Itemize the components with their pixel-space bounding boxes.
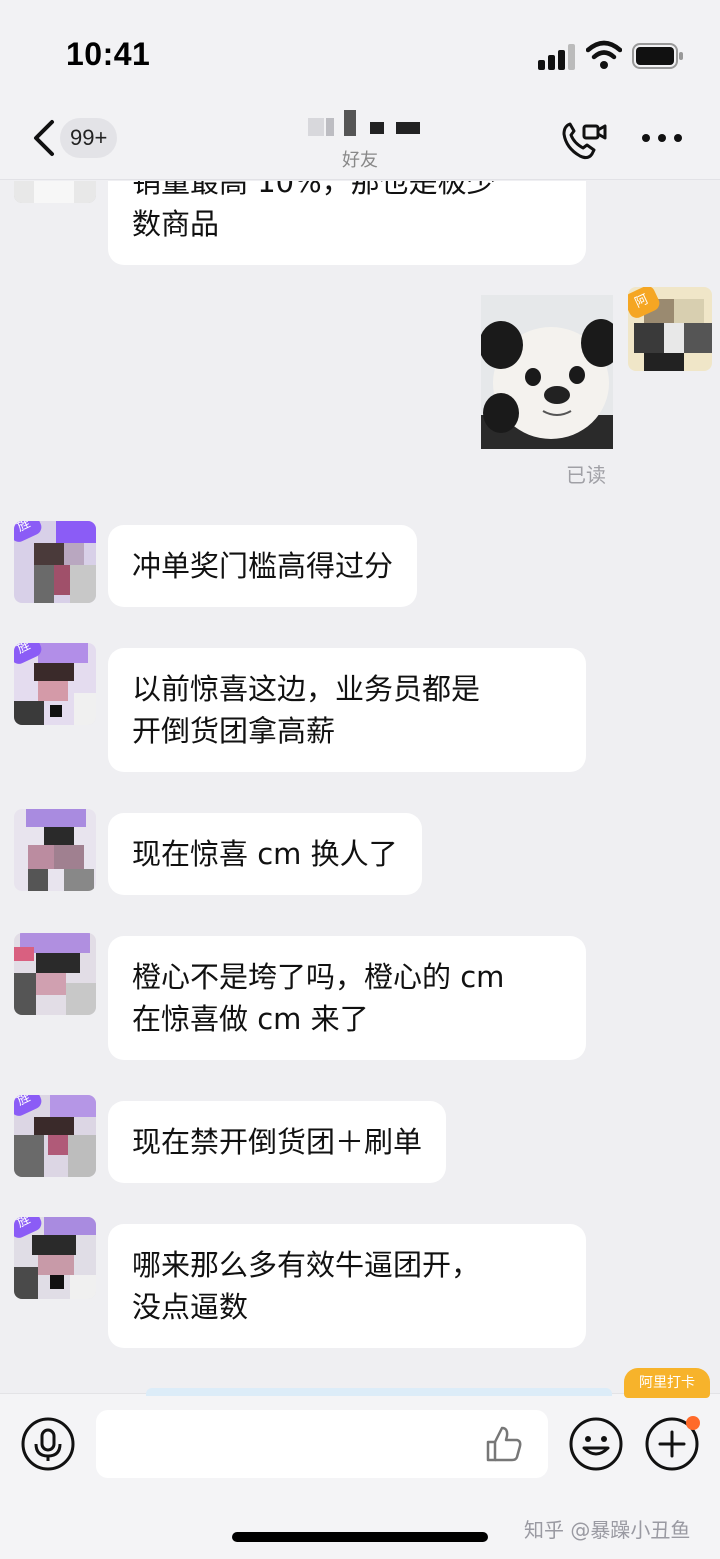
friend-avatar[interactable] xyxy=(14,809,96,891)
message-bubble[interactable]: 冲单奖门槛高得过分 xyxy=(108,525,418,607)
notification-banner-edge xyxy=(146,1388,612,1396)
status-time: 10:41 xyxy=(66,36,151,72)
chat-header: 99+ 好友 xyxy=(0,100,720,180)
friend-avatar[interactable] xyxy=(14,181,96,203)
friend-avatar[interactable]: 旌 xyxy=(14,643,96,725)
message-bubble[interactable]: 以前惊喜这边，业务员都是 开倒货团拿高薪 xyxy=(108,648,586,772)
cellular-signal-icon xyxy=(538,44,578,70)
message-input-bar: 阿里打卡 知乎 @暴躁小丑鱼 xyxy=(0,1368,720,1559)
thumbs-up-icon[interactable] xyxy=(484,1424,524,1464)
friend-avatar[interactable]: 旌 xyxy=(14,521,96,603)
message-bubble[interactable]: 销量最高 10%，那也是极少 数商品 xyxy=(108,181,586,265)
message-input[interactable] xyxy=(96,1410,548,1478)
microphone-icon[interactable] xyxy=(20,1416,76,1472)
my-avatar[interactable]: 阿 xyxy=(628,287,712,371)
message-bubble[interactable]: 橙心不是垮了吗，橙心的 cm 在惊喜做 cm 来了 xyxy=(108,936,586,1060)
status-bar: 10:41 xyxy=(0,0,720,100)
emoji-icon[interactable] xyxy=(568,1416,624,1472)
sticker-image[interactable] xyxy=(481,295,613,449)
message-bubble[interactable]: 哪来那么多有效牛逼团开， 没点逼数 xyxy=(108,1224,586,1348)
friend-avatar[interactable]: 旌 xyxy=(14,1217,96,1299)
home-indicator[interactable] xyxy=(232,1532,488,1542)
contact-name-redacted[interactable] xyxy=(300,110,430,142)
friend-avatar[interactable]: 旌 xyxy=(14,1095,96,1177)
chat-message-list[interactable]: 销量最高 10%，那也是极少 数商品 阿 已读 旌 冲单奖门槛高得过分 旌 以前… xyxy=(0,181,720,1393)
message-bubble[interactable]: 现在惊喜 cm 换人了 xyxy=(108,813,422,895)
video-call-icon[interactable] xyxy=(560,118,608,162)
friend-avatar[interactable] xyxy=(14,933,96,1015)
contact-relation-label: 好友 xyxy=(342,150,378,171)
message-bubble[interactable]: 现在禁开倒货团＋刷单 xyxy=(108,1101,447,1183)
promo-badge[interactable]: 阿里打卡 xyxy=(624,1368,710,1398)
more-options-icon[interactable] xyxy=(638,126,686,150)
panda-dog-image xyxy=(481,295,613,449)
wifi-icon xyxy=(586,40,622,69)
battery-icon xyxy=(632,43,683,69)
notification-dot xyxy=(686,1416,700,1430)
read-receipt: 已读 xyxy=(566,463,606,487)
watermark: 知乎 @暴躁小丑鱼 xyxy=(524,1518,691,1542)
